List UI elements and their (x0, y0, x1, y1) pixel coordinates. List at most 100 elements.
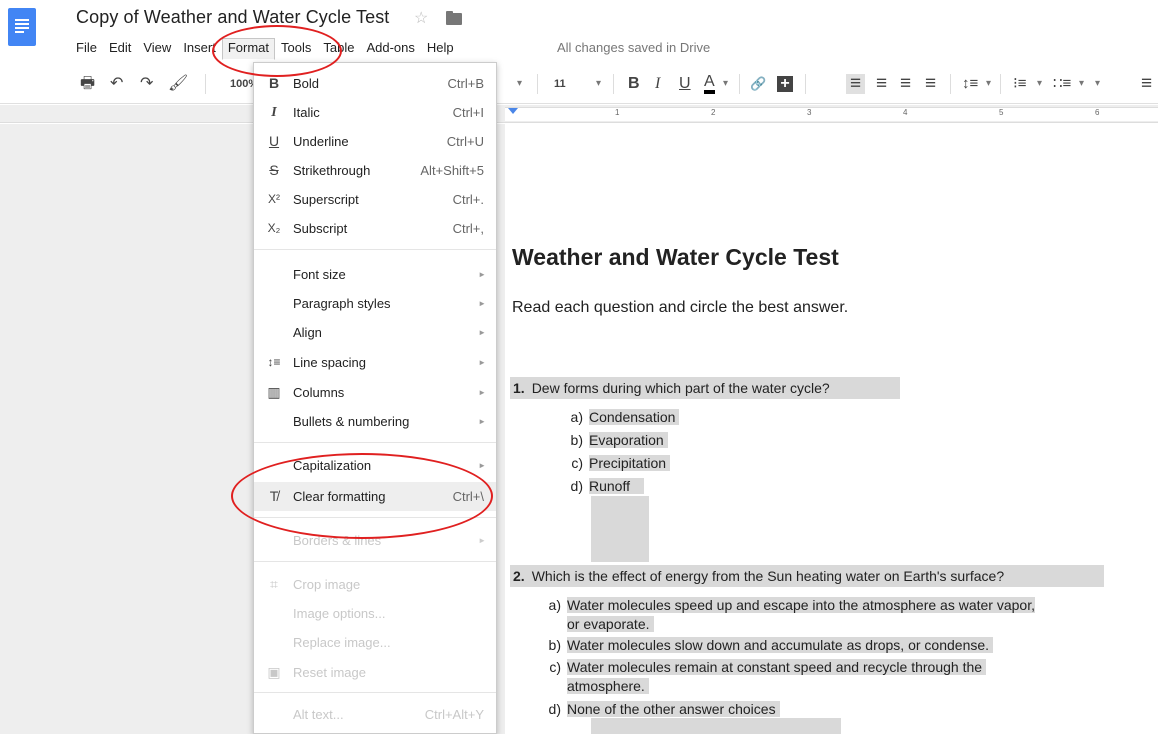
columns-icon: ▥ (267, 384, 281, 400)
align-right-button[interactable]: ≡ (900, 74, 911, 94)
answer-item[interactable]: c) Precipitation (561, 454, 671, 472)
align-left-button[interactable]: ≡ (846, 74, 866, 94)
menu-item-label: Bullets & numbering (293, 414, 410, 429)
folder-icon[interactable] (446, 11, 462, 25)
bulleted-list-arrow-icon[interactable]: ▾ (1079, 74, 1084, 94)
answer-letter: a) (548, 597, 561, 613)
menu-item-label: Columns (293, 385, 345, 400)
docs-logo-icon[interactable] (8, 8, 36, 46)
annotation-circle-clear-formatting (231, 453, 493, 539)
paint-format-icon[interactable]: 🖌 (168, 74, 188, 94)
menu-item-shortcut: Ctrl+U (446, 134, 484, 149)
menu-item-label: Image options... (293, 606, 386, 621)
answer-item[interactable]: d) None of the other answer choices (539, 700, 780, 718)
line-spacing-arrow-icon[interactable]: ▾ (986, 74, 991, 94)
menu-item-shortcut: Ctrl+, (452, 221, 484, 236)
numbered-list-arrow-icon[interactable]: ▾ (1037, 74, 1042, 94)
align-justify-button[interactable]: ≡ (925, 74, 936, 94)
menu-item-strikethrough[interactable]: S Strikethrough Alt+Shift+5 (254, 156, 496, 185)
indent-marker-icon[interactable] (508, 108, 518, 114)
menu-item-label: Alt text... (293, 707, 344, 722)
menu-item-reset-image[interactable]: ▣ Reset image (254, 658, 496, 687)
comment-icon[interactable]: + (777, 76, 793, 92)
answer-item[interactable]: c) Water molecules remain at constant spe… (539, 658, 987, 676)
menu-divider (254, 692, 496, 693)
text-color-arrow-icon[interactable]: ▾ (723, 74, 728, 94)
star-icon[interactable]: ☆ (414, 8, 428, 28)
answer-letter: b) (570, 432, 583, 448)
menu-item-replace-image[interactable]: Replace image... (254, 628, 496, 657)
menu-help[interactable]: Help (421, 38, 460, 60)
line-spacing-button[interactable]: ↕≡ (962, 74, 978, 94)
menu-item-crop-image[interactable]: ⌗ Crop image (254, 570, 496, 599)
align-center-button[interactable]: ≡ (876, 74, 887, 94)
font-dropdown-arrow-icon[interactable]: ▾ (517, 74, 522, 94)
toolbar: 🖶 ↶ ↷ 🖌 100% ▾ 11 ▾ B I U A ▾ 🔗 + ≡ ≡ ≡ … (0, 64, 1158, 104)
ruler[interactable]: 1 2 3 4 5 6 (0, 105, 1158, 123)
menu-file[interactable]: File (70, 38, 103, 60)
menu-item-underline[interactable]: U Underline Ctrl+U (254, 127, 496, 156)
answer-continuation[interactable]: atmosphere. (567, 677, 649, 695)
answer-continuation[interactable]: or evaporate. (567, 615, 654, 633)
answer-item[interactable]: a) Water molecules speed up and escape in… (539, 596, 1035, 614)
submenu-arrow-icon: ► (478, 328, 486, 337)
document-heading[interactable]: Weather and Water Cycle Test (512, 244, 839, 271)
menu-item-align[interactable]: Align ► (254, 318, 496, 347)
menu-item-label: Replace image... (293, 635, 391, 650)
highlighted-blank-area (591, 496, 649, 562)
question-text: Dew forms during which part of the water… (531, 380, 830, 396)
ruler-page-area: 1 2 3 4 5 6 (505, 107, 1158, 121)
menu-item-font-size[interactable]: Font size ► (254, 260, 496, 289)
undo-icon[interactable]: ↶ (110, 74, 123, 94)
font-size-input[interactable]: 11 (554, 74, 566, 94)
menu-item-alt-text[interactable]: Alt text... Ctrl+Alt+Y (254, 700, 496, 729)
question-1[interactable]: 1. Dew forms during which part of the wat… (510, 377, 900, 399)
menu-add-ons[interactable]: Add-ons (360, 38, 420, 60)
toolbar-more-arrow-icon[interactable]: ▾ (1095, 74, 1100, 94)
menu-item-line-spacing[interactable]: ↕≡ Line spacing ► (254, 348, 496, 377)
menu-item-columns[interactable]: ▥ Columns ► (254, 378, 496, 407)
menu-divider (254, 442, 496, 443)
submenu-arrow-icon: ► (478, 299, 486, 308)
submenu-arrow-icon: ► (478, 461, 486, 470)
numbered-list-button[interactable]: ⁝≡ (1013, 74, 1027, 94)
text-color-button[interactable]: A (704, 74, 715, 94)
menu-item-paragraph-styles[interactable]: Paragraph styles ► (254, 289, 496, 318)
submenu-arrow-icon: ► (478, 536, 486, 545)
question-number: 2. (513, 568, 525, 584)
answer-item[interactable]: a) Condensation (561, 408, 680, 426)
document-canvas: Weather and Water Cycle Test Read each q… (0, 124, 1158, 734)
italic-button[interactable]: I (655, 74, 660, 94)
menu-edit[interactable]: Edit (103, 38, 137, 60)
ruler-number: 6 (1095, 108, 1100, 117)
redo-icon[interactable]: ↷ (140, 74, 153, 94)
menu-item-shortcut: Ctrl+B (447, 76, 484, 91)
question-2[interactable]: 2. Which is the effect of energy from the… (510, 565, 1104, 587)
bulleted-list-button[interactable]: ∷≡ (1053, 74, 1071, 94)
menu-item-italic[interactable]: I Italic Ctrl+I (254, 98, 496, 127)
bold-button[interactable]: B (628, 74, 640, 94)
answer-item[interactable]: b) Evaporation (561, 431, 668, 449)
document-page[interactable]: Weather and Water Cycle Test Read each q… (505, 124, 1158, 734)
indent-icon[interactable]: ≡ (1141, 74, 1152, 94)
document-instructions[interactable]: Read each question and circle the best a… (512, 299, 848, 317)
answer-item[interactable]: d) Runoff (561, 477, 644, 495)
menu-item-image-options[interactable]: Image options... (254, 599, 496, 628)
document-title[interactable]: Copy of Weather and Water Cycle Test (76, 7, 389, 28)
menu-view[interactable]: View (137, 38, 177, 60)
highlighted-blank-area (591, 718, 841, 734)
answer-letter: c) (571, 455, 583, 471)
menu-item-subscript[interactable]: X₂ Subscript Ctrl+, (254, 214, 496, 243)
menu-divider (254, 561, 496, 562)
answer-text: Water molecules slow down and accumulate… (567, 637, 994, 653)
menu-item-bullets-numbering[interactable]: Bullets & numbering ► (254, 407, 496, 436)
print-icon[interactable]: 🖶 (80, 74, 95, 94)
menu-item-superscript[interactable]: X² Superscript Ctrl+. (254, 185, 496, 214)
answer-item[interactable]: b) Water molecules slow down and accumula… (539, 636, 994, 654)
link-icon[interactable]: 🔗 (750, 74, 766, 94)
underline-button[interactable]: U (679, 74, 691, 94)
save-status[interactable]: All changes saved in Drive (557, 40, 710, 55)
answer-text: Runoff (589, 478, 644, 494)
font-size-arrow-icon[interactable]: ▾ (596, 74, 601, 94)
reset-image-icon: ▣ (267, 664, 281, 680)
